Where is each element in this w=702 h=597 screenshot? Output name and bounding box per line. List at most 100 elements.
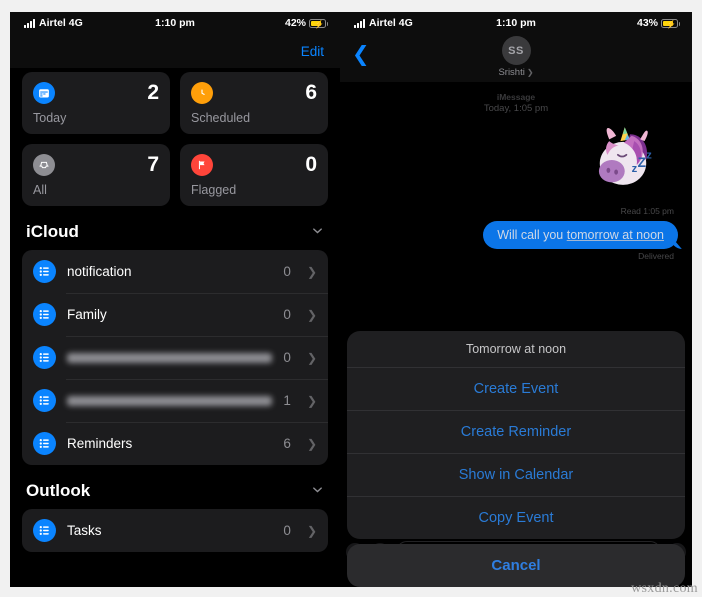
contact-name-label: Srishti xyxy=(498,67,525,78)
action-sheet-container: Tomorrow at noon Create Event Create Rem… xyxy=(340,331,692,587)
list-bullet-icon xyxy=(33,389,56,412)
list-item-label: Family xyxy=(67,307,107,322)
status-bar-right: Airtel 4G 1:10 pm 43% ⚡ xyxy=(340,12,692,34)
list-item-label: Reminders xyxy=(67,436,133,451)
clock-icon xyxy=(191,82,213,104)
flag-icon xyxy=(191,154,213,176)
smart-list-label: Scheduled xyxy=(191,111,251,125)
svg-text:z: z xyxy=(632,163,638,175)
section-header-outlook[interactable]: Outlook xyxy=(22,465,328,509)
messages-nav-bar: ❮ SS Srishti ❯ xyxy=(340,34,692,82)
carrier-label: Airtel 4G xyxy=(369,17,413,29)
reminders-app-screenshot: Airtel 4G 1:10 pm 42% ⚡ Edit 2 Today 6 S… xyxy=(10,12,340,587)
chevron-right-icon: ❯ xyxy=(526,68,534,77)
smart-list-card-scheduled[interactable]: 6 Scheduled xyxy=(180,72,328,134)
screenshot-stage: Airtel 4G 1:10 pm 42% ⚡ Edit 2 Today 6 S… xyxy=(0,0,702,597)
edit-button[interactable]: Edit xyxy=(301,44,324,59)
chevron-right-icon: ❯ xyxy=(306,523,317,538)
cellular-bars-icon xyxy=(354,18,365,28)
card-top-row: 0 xyxy=(191,153,317,177)
svg-text:z: z xyxy=(646,150,652,162)
status-bar-left-group: Airtel 4G xyxy=(354,17,637,29)
list-item-count: 1 xyxy=(283,393,291,408)
contact-name-row: Srishti ❯ xyxy=(498,67,533,78)
list-item[interactable]: Family 0 ❯ xyxy=(22,293,328,336)
list-item-label-redacted xyxy=(67,395,273,406)
action-sheet-item-copy-event[interactable]: Copy Event xyxy=(347,497,685,539)
section-title: iCloud xyxy=(26,222,79,241)
tray-icon xyxy=(33,154,55,176)
card-top-row: 7 xyxy=(33,153,159,177)
chevron-right-icon: ❯ xyxy=(306,436,317,451)
section-header-icloud[interactable]: iCloud xyxy=(22,206,328,250)
action-sheet-item-show-in-calendar[interactable]: Show in Calendar xyxy=(347,454,685,497)
chevron-right-icon: ❯ xyxy=(306,307,317,322)
smart-list-card-today[interactable]: 2 Today xyxy=(22,72,170,134)
chevron-right-icon: ❯ xyxy=(306,264,317,279)
read-receipt: Read 1:05 pm xyxy=(620,206,674,217)
list-item-count: 0 xyxy=(283,264,291,279)
smart-lists-grid: 2 Today 6 Scheduled 7 All 0 Flagged xyxy=(22,72,328,206)
list-bullet-icon xyxy=(33,260,56,283)
battery-charging-icon: ⚡ xyxy=(309,18,328,29)
list-item-label: Tasks xyxy=(67,523,102,538)
status-bar-left: Airtel 4G 1:10 pm 42% ⚡ xyxy=(10,12,340,34)
list-item-count: 0 xyxy=(283,350,291,365)
contact-header[interactable]: SS Srishti ❯ xyxy=(340,36,692,78)
svg-text:Z: Z xyxy=(638,155,646,170)
status-bar-right-group: 42% ⚡ xyxy=(284,17,328,29)
status-bar-left-group: Airtel 4G xyxy=(24,17,285,29)
list-group-outlook: Tasks 0 ❯ xyxy=(22,509,328,552)
list-item-label: notification xyxy=(67,264,132,279)
smart-list-count: 6 xyxy=(305,81,317,104)
list-item[interactable]: 0 ❯ xyxy=(22,336,328,379)
list-group-icloud: notification 0 ❯ Family 0 ❯ 0 ❯ 1 ❯ Remi… xyxy=(22,250,328,465)
smart-list-card-all[interactable]: 7 All xyxy=(22,144,170,206)
list-item[interactable]: Tasks 0 ❯ xyxy=(22,509,328,552)
list-item-count: 6 xyxy=(283,436,291,451)
card-top-row: 6 xyxy=(191,81,317,105)
list-item[interactable]: Reminders 6 ❯ xyxy=(22,422,328,465)
card-top-row: 2 xyxy=(33,81,159,105)
cellular-bars-icon xyxy=(24,18,35,28)
thread-meta: iMessage Today, 1:05 pm xyxy=(354,82,678,116)
action-sheet-title: Tomorrow at noon xyxy=(347,331,685,368)
calendar-icon xyxy=(33,82,55,104)
smart-list-count: 0 xyxy=(305,153,317,176)
thread-timestamp: Today, 1:05 pm xyxy=(483,103,549,115)
message-text-prefix: Will call you xyxy=(497,228,567,243)
sticker-row: z Z z xyxy=(354,122,678,204)
message-row-outgoing: Will call you tomorrow at noon xyxy=(354,221,678,250)
chevron-down-icon[interactable] xyxy=(311,483,324,499)
unicorn-sleeping-memoji-sticker[interactable]: z Z z xyxy=(580,122,666,204)
detected-date-link[interactable]: tomorrow at noon xyxy=(567,228,664,242)
chevron-right-icon: ❯ xyxy=(306,393,317,408)
list-item-count: 0 xyxy=(283,307,291,322)
chevron-down-icon[interactable] xyxy=(311,224,324,240)
smart-list-card-flagged[interactable]: 0 Flagged xyxy=(180,144,328,206)
list-item[interactable]: notification 0 ❯ xyxy=(22,250,328,293)
list-bullet-icon xyxy=(33,432,56,455)
chevron-right-icon: ❯ xyxy=(306,350,317,365)
smart-list-label: All xyxy=(33,183,47,197)
list-item[interactable]: 1 ❯ xyxy=(22,379,328,422)
action-sheet-item-create-event[interactable]: Create Event xyxy=(347,368,685,411)
avatar: SS xyxy=(501,36,531,65)
battery-percent-label: 42% xyxy=(284,17,306,29)
section-title: Outlook xyxy=(26,481,91,500)
message-thread: iMessage Today, 1:05 pm z Z z Read 1:05 … xyxy=(340,82,692,587)
list-bullet-icon xyxy=(33,519,56,542)
message-bubble[interactable]: Will call you tomorrow at noon xyxy=(483,221,678,250)
action-sheet-item-create-reminder[interactable]: Create Reminder xyxy=(347,411,685,454)
battery-percent-label: 43% xyxy=(636,17,658,29)
list-item-label-redacted xyxy=(67,352,273,363)
list-bullet-icon xyxy=(33,303,56,326)
list-item-count: 0 xyxy=(283,523,291,538)
smart-list-label: Flagged xyxy=(191,183,237,197)
reminders-content: 2 Today 6 Scheduled 7 All 0 Flagged iClo… xyxy=(10,68,340,587)
delivery-status: Delivered xyxy=(638,251,674,262)
service-label: iMessage xyxy=(496,92,536,102)
reminders-nav-bar: Edit xyxy=(10,34,340,68)
messages-app-screenshot: Airtel 4G 1:10 pm 43% ⚡ ❮ SS Srishti ❯ i… xyxy=(340,12,692,587)
carrier-label: Airtel 4G xyxy=(39,17,83,29)
